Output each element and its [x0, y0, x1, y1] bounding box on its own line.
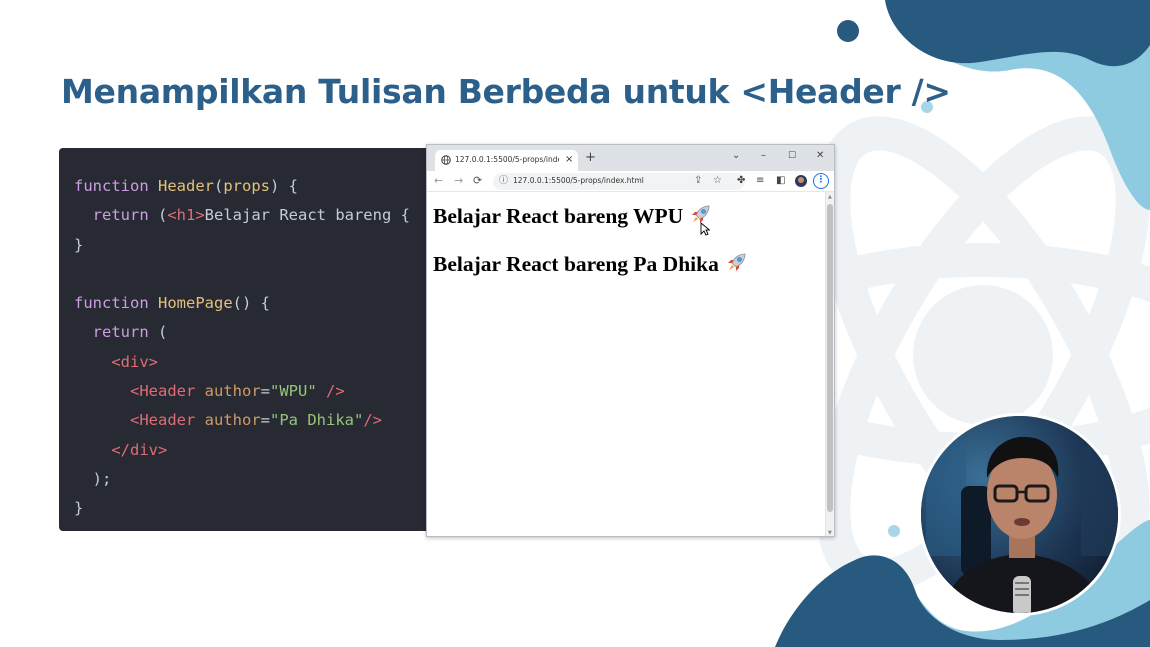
minimize-button[interactable]: –	[761, 149, 766, 163]
share-icon[interactable]: ⇪	[694, 174, 702, 188]
code-token: Header	[158, 177, 214, 195]
code-line: }	[74, 231, 410, 260]
profile-avatar[interactable]	[795, 175, 807, 187]
code-token: />	[316, 382, 345, 401]
dot-light-2	[888, 525, 900, 537]
code-panel: function Header(props) { return (<h1>Bel…	[59, 148, 435, 531]
address-bar[interactable]: ⓘ 127.0.0.1:5500/5-props/index.html ⇪ ☆	[493, 173, 745, 190]
code-token: />	[363, 411, 382, 430]
code-line: return (<h1>Belajar React bareng {	[74, 201, 410, 230]
code-token: ) {	[270, 177, 299, 195]
code-token: =	[260, 382, 270, 401]
code-token: return	[92, 206, 149, 225]
code-token: Belajar React bareng {	[204, 206, 410, 225]
code-token: );	[74, 469, 112, 488]
chevron-down-icon[interactable]: ⌄	[732, 149, 740, 163]
presenter-webcam	[918, 413, 1121, 616]
reload-icon[interactable]: ⟳	[473, 174, 482, 188]
slide-title: Menampilkan Tulisan Berbeda untuk <Heade…	[61, 72, 951, 111]
scroll-up-icon[interactable]: ▲	[828, 194, 832, 200]
code-token: =	[260, 411, 270, 430]
forward-arrow-icon[interactable]: →	[454, 174, 463, 188]
code-token: (	[148, 323, 168, 342]
code-line: return (	[74, 318, 410, 347]
back-arrow-icon[interactable]: ←	[434, 174, 443, 188]
code-line: }	[74, 494, 410, 523]
star-icon[interactable]: ☆	[713, 174, 722, 188]
code-token: }	[74, 499, 84, 518]
browser-toolbar: ← → ⟳ ⓘ 127.0.0.1:5500/5-props/index.htm…	[427, 171, 834, 192]
code-line: function HomePage() {	[74, 289, 410, 318]
code-token: <Header	[130, 382, 205, 401]
code-token: }	[74, 235, 84, 254]
code-token: props	[223, 177, 271, 195]
code-block: function Header(props) { return (<h1>Bel…	[74, 172, 410, 524]
heading-text: Belajar React bareng Pa Dhika	[433, 252, 719, 276]
code-token: </div>	[111, 440, 168, 459]
code-token: function	[74, 177, 158, 195]
code-token: <h1>	[167, 206, 205, 225]
globe-icon	[441, 155, 451, 165]
extensions-icon[interactable]: ✤	[737, 174, 745, 188]
code-line: function Header(props) {	[74, 172, 410, 201]
menu-dots-icon[interactable]: ⋮	[813, 173, 829, 189]
maximize-button[interactable]: ☐	[788, 149, 796, 163]
code-token: function	[74, 294, 158, 313]
code-token: return	[92, 323, 149, 342]
heading-wpu: Belajar React bareng WPU	[433, 202, 713, 229]
close-window-button[interactable]: ✕	[816, 149, 824, 163]
code-token: <div>	[111, 352, 158, 371]
tab-title: 127.0.0.1:5500/5-props/index.htm	[455, 155, 559, 164]
side-panel-icon[interactable]: ◧	[776, 174, 785, 188]
code-line: <div>	[74, 348, 410, 377]
code-line: <Header author="WPU" />	[74, 377, 410, 406]
code-token: (	[148, 206, 168, 225]
info-icon[interactable]: ⓘ	[499, 175, 508, 188]
browser-window: 127.0.0.1:5500/5-props/index.htm × + ⌄ –…	[426, 144, 835, 537]
close-tab-icon[interactable]: ×	[565, 153, 573, 167]
vertical-scrollbar[interactable]: ▲ ▼	[825, 192, 834, 536]
reading-list-icon[interactable]: ≡	[756, 174, 764, 188]
code-token: () {	[232, 294, 270, 313]
page-viewport: Belajar React bareng WPU Belajar React b…	[427, 192, 827, 536]
code-token: (	[214, 177, 224, 195]
heading-text: Belajar React bareng WPU	[433, 204, 684, 228]
code-token: author	[204, 411, 261, 430]
code-token: author	[204, 382, 261, 401]
scroll-thumb[interactable]	[827, 204, 833, 512]
scroll-down-icon[interactable]: ▼	[828, 530, 832, 536]
code-line: <Header author="Pa Dhika"/>	[74, 406, 410, 435]
code-token: <Header	[130, 411, 205, 430]
code-line: </div>	[74, 436, 410, 465]
dot-dark	[837, 20, 859, 42]
code-token: HomePage	[158, 294, 233, 313]
heading-pa-dhika: Belajar React bareng Pa Dhika	[433, 250, 749, 277]
code-token: "Pa Dhika"	[270, 411, 364, 430]
new-tab-button[interactable]: +	[585, 151, 596, 165]
code-token: "WPU"	[270, 382, 317, 401]
rocket-icon	[727, 253, 746, 271]
react-logo-core	[913, 285, 1053, 425]
code-line: );	[74, 465, 410, 494]
url-text[interactable]: 127.0.0.1:5500/5-props/index.html	[513, 176, 644, 185]
browser-tab[interactable]: 127.0.0.1:5500/5-props/index.htm ×	[435, 150, 578, 171]
mouse-cursor-icon	[700, 222, 710, 236]
presenter-video	[921, 416, 1118, 613]
tab-strip: 127.0.0.1:5500/5-props/index.htm × + ⌄ –…	[427, 145, 834, 171]
